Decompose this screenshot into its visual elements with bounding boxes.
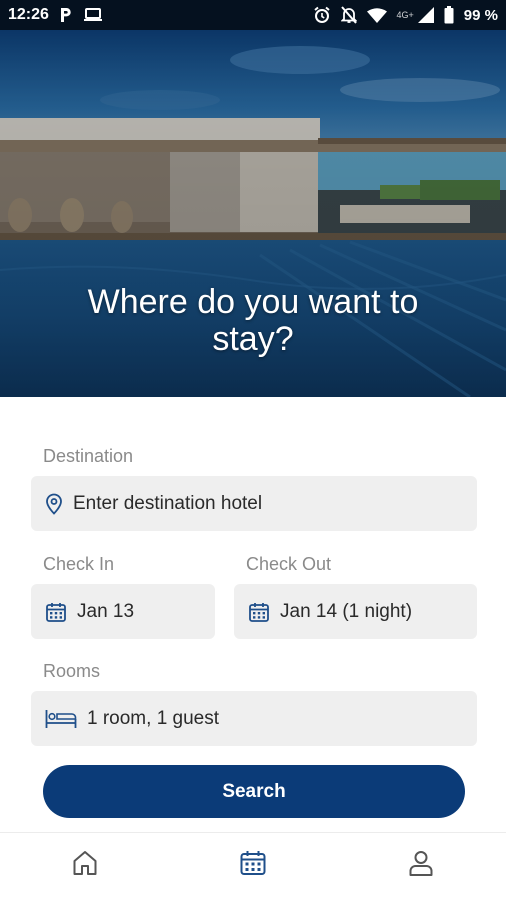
check-out-label: Check Out [246, 554, 332, 574]
check-out-value: Jan 14 (1 night) [280, 600, 413, 622]
hero-banner: Where do you want to stay? [0, 30, 506, 397]
rooms-value: 1 room, 1 guest [87, 707, 220, 729]
nav-bookings[interactable] [231, 843, 275, 887]
bottom-nav [0, 832, 506, 900]
home-icon [71, 849, 99, 882]
signal-icon [417, 7, 434, 23]
nav-home[interactable] [63, 843, 107, 887]
location-pin-icon [45, 493, 63, 515]
bed-icon [45, 709, 77, 729]
hero-title: Where do you want to stay? [87, 283, 419, 358]
destination-label: Destination [43, 446, 134, 466]
laptop-icon [83, 8, 103, 22]
network-type: 4G+ [396, 10, 414, 20]
status-bar: 12:26 4G+ 99 % [0, 0, 506, 30]
alarm-icon [313, 6, 331, 24]
calendar-icon [239, 849, 267, 882]
battery-percent: 99 % [463, 6, 498, 24]
parking-app-icon [59, 7, 73, 23]
profile-icon [407, 849, 435, 882]
destination-input[interactable]: Enter destination hotel [31, 476, 477, 531]
status-time: 12:26 [8, 6, 49, 23]
rooms-label: Rooms [43, 661, 101, 681]
check-in-value: Jan 13 [77, 600, 135, 622]
notifications-off-icon [340, 6, 357, 24]
check-out-field[interactable]: Jan 14 (1 night) [234, 584, 477, 639]
status-right: 4G+ 99 % [313, 6, 498, 24]
check-in-field[interactable]: Jan 13 [31, 584, 215, 639]
status-left: 12:26 [8, 6, 103, 24]
nav-profile[interactable] [399, 843, 443, 887]
battery-icon [444, 6, 454, 24]
rooms-field[interactable]: 1 room, 1 guest [31, 691, 477, 746]
calendar-icon [45, 601, 67, 623]
destination-placeholder: Enter destination hotel [73, 492, 263, 514]
calendar-icon [248, 601, 270, 623]
search-button[interactable]: Search [43, 765, 465, 818]
wifi-icon [366, 7, 387, 23]
check-in-label: Check In [43, 554, 115, 574]
